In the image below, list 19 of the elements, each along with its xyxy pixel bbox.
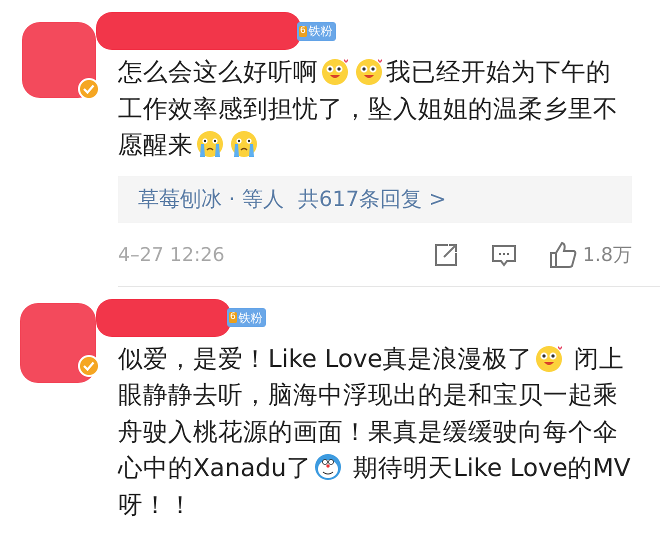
share-icon[interactable] bbox=[432, 242, 459, 268]
comment-text: 怎么会这么好听啊 我已经开始为下午的工作效率感到担忧了，坠入姐姐的温柔乡里不愿醒来 bbox=[118, 55, 619, 161]
timestamp: 4–27 12:26 bbox=[118, 243, 225, 268]
cat-face-icon bbox=[313, 452, 344, 482]
level-badge: 6 bbox=[229, 312, 237, 323]
comment-icon[interactable] bbox=[490, 242, 517, 268]
reply-names: 草莓刨冰 · 等人 bbox=[138, 186, 284, 212]
smitten-face-icon bbox=[354, 56, 384, 86]
level-badge: 6 bbox=[299, 26, 307, 36]
badge-label: 铁粉 bbox=[238, 310, 263, 326]
smitten-face-icon bbox=[320, 56, 350, 86]
badge-label: 铁粉 bbox=[308, 23, 333, 40]
crying-face-icon bbox=[195, 129, 225, 159]
crying-face-icon bbox=[229, 129, 259, 159]
thumbs-up-icon[interactable] bbox=[548, 241, 577, 270]
like-count: 1.8万 bbox=[582, 243, 632, 268]
comment-text: 似爱，是爱！Like Love真是浪漫极了 闭上眼静静去听，脑海中浮现出的是和宝贝一起乘舟驶入桃花源的画面！果真是缓缓驶向每个伞心中的Xanadu了 期待明天Like Love的MV呀！！ bbox=[118, 342, 632, 520]
replies-link[interactable]: 草莓刨冰 · 等人 共617条回复 > bbox=[118, 176, 632, 223]
reply-count: 共617条回复 > bbox=[298, 186, 446, 212]
